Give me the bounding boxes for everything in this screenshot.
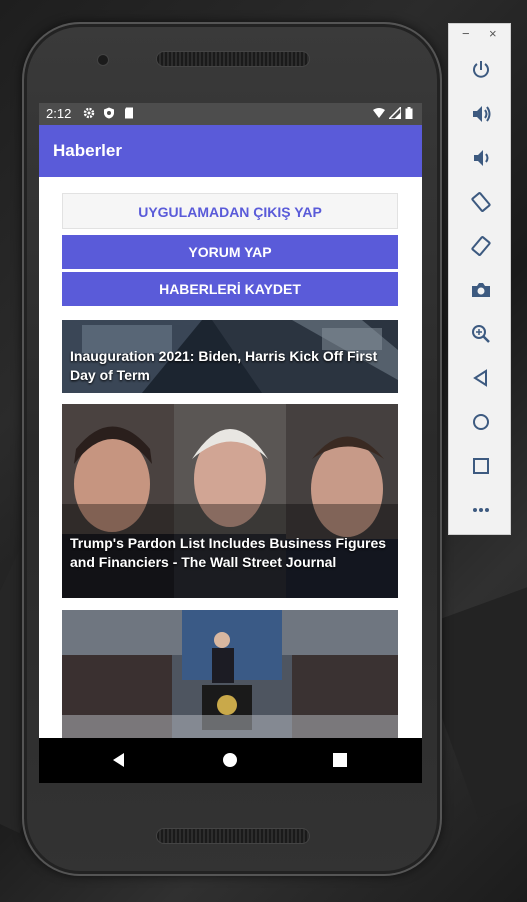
more-button[interactable]	[449, 495, 512, 525]
navigation-bar	[39, 738, 422, 783]
status-time: 2:12	[46, 106, 72, 121]
front-camera	[97, 54, 109, 66]
overview-button[interactable]	[449, 451, 512, 481]
home-icon	[472, 414, 489, 430]
news-title: Inauguration 2021: Biden, Harris Kick Of…	[70, 348, 378, 383]
settings-icon	[83, 107, 95, 119]
news-title: Trump's Pardon List Includes Business Fi…	[70, 535, 387, 570]
news-card[interactable]: Inauguration 2021: Biden, Harris Kick Of…	[62, 320, 398, 393]
close-button[interactable]: ×	[489, 26, 497, 41]
emulator-toolbar: − ×	[448, 23, 511, 535]
more-icon	[472, 508, 489, 512]
news-card[interactable]	[62, 610, 398, 738]
comment-button[interactable]: YORUM YAP	[62, 235, 398, 269]
shield-icon	[104, 107, 114, 119]
news-image	[62, 610, 398, 738]
battery-icon	[405, 107, 413, 119]
back-icon	[472, 369, 487, 387]
save-news-button[interactable]: HABERLERİ KAYDET	[62, 272, 398, 306]
exit-app-button[interactable]: UYGULAMADAN ÇIKIŞ YAP	[62, 193, 398, 229]
zoom-icon	[471, 325, 490, 343]
device-screen: 2:12 Haberler UYGULAMADAN ÇIKIŞ YAP YORU…	[39, 103, 422, 783]
top-speaker	[156, 51, 310, 67]
zoom-button[interactable]	[449, 319, 512, 349]
home-icon[interactable]	[220, 750, 240, 770]
power-icon	[472, 61, 489, 78]
app-bar: Haberler	[39, 125, 422, 177]
rotate-left-icon	[470, 192, 491, 212]
volume-up-button[interactable]	[449, 99, 512, 129]
back-icon[interactable]	[109, 750, 129, 770]
news-card[interactable]: Trump's Pardon List Includes Business Fi…	[62, 404, 398, 598]
volume-up-icon	[472, 106, 490, 122]
overview-icon[interactable]	[330, 750, 350, 770]
sd-card-icon	[125, 107, 133, 119]
home-button[interactable]	[449, 407, 512, 437]
status-bar: 2:12	[39, 103, 422, 125]
power-button[interactable]	[449, 55, 512, 85]
volume-down-icon	[473, 150, 488, 166]
volume-down-button[interactable]	[449, 143, 512, 173]
camera-icon	[471, 283, 490, 297]
bottom-speaker	[156, 828, 310, 844]
page-title: Haberler	[53, 141, 122, 160]
rotate-right-icon	[470, 236, 491, 256]
news-content[interactable]: UYGULAMADAN ÇIKIŞ YAP YORUM YAP HABERLER…	[39, 177, 422, 738]
minimize-button[interactable]: −	[462, 26, 470, 41]
back-button[interactable]	[449, 363, 512, 393]
overview-icon	[472, 458, 489, 474]
screenshot-button[interactable]	[449, 275, 512, 305]
rotate-left-button[interactable]	[449, 187, 512, 217]
signal-icon	[389, 107, 401, 119]
wifi-icon	[373, 108, 385, 118]
rotate-right-button[interactable]	[449, 231, 512, 261]
